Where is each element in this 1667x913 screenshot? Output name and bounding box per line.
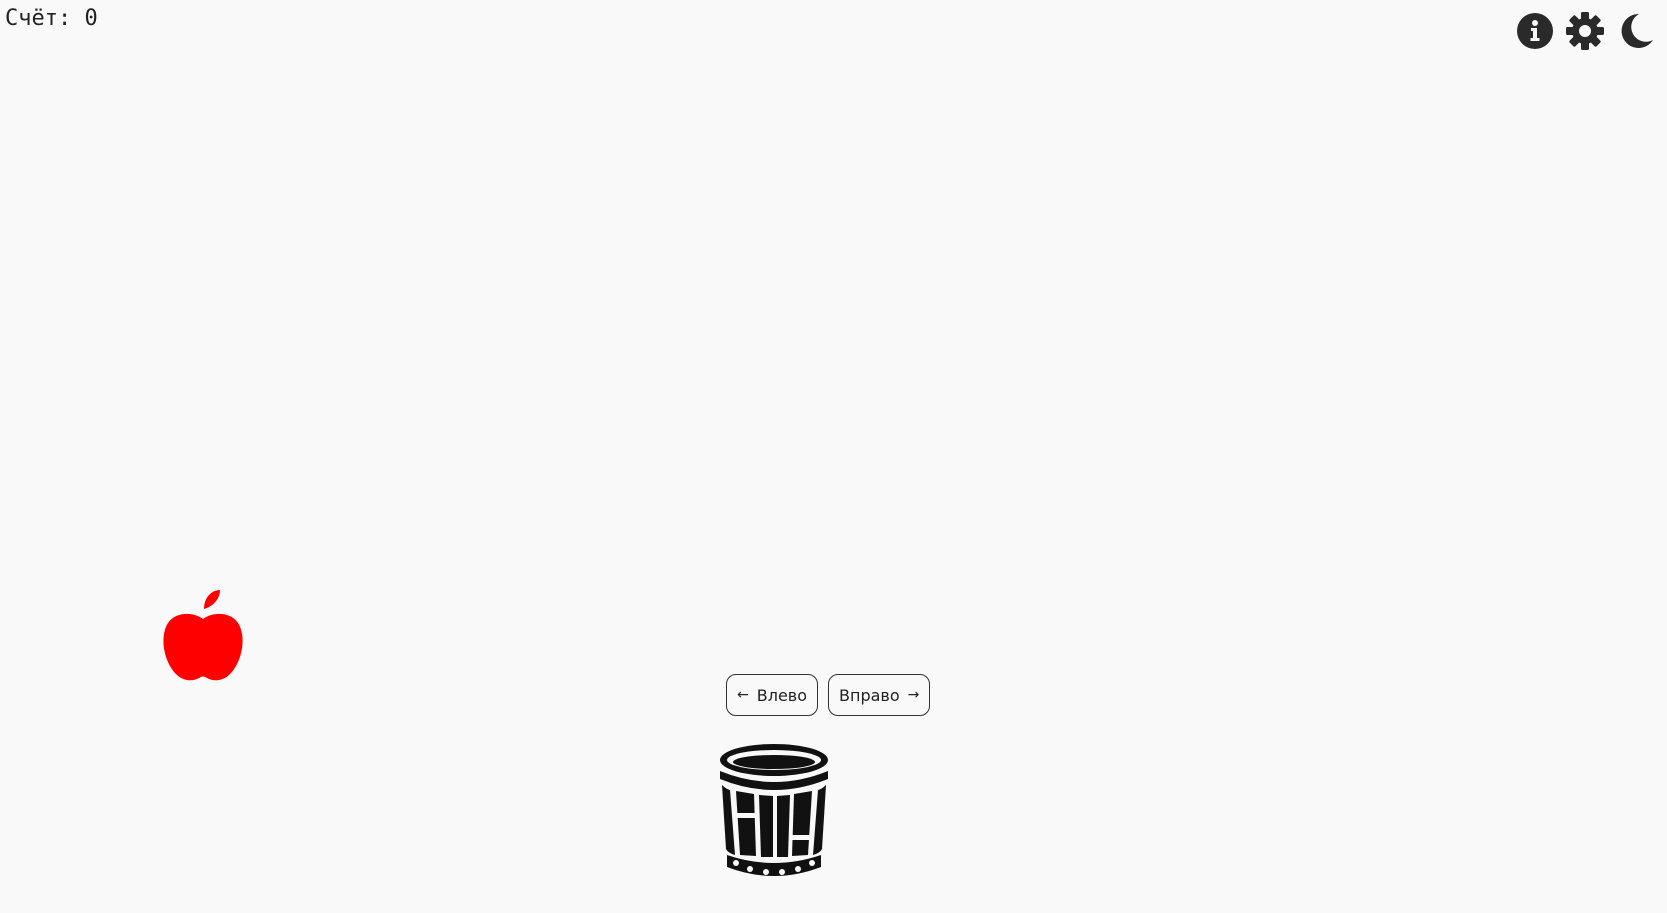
apple-icon (160, 585, 246, 685)
basket-icon (718, 743, 830, 879)
move-left-button[interactable]: ← Влево (726, 674, 818, 716)
movement-controls: ← Влево Вправо → (726, 674, 931, 716)
info-icon[interactable] (1515, 11, 1555, 51)
arrow-left-icon: ← (737, 687, 749, 703)
move-left-label: Влево (756, 685, 807, 705)
move-right-label: Вправо (839, 685, 900, 705)
moon-icon[interactable] (1615, 11, 1655, 51)
top-toolbar (1515, 11, 1655, 51)
gear-icon[interactable] (1565, 11, 1605, 51)
move-right-button[interactable]: Вправо → (828, 674, 931, 716)
score-label: Счёт: 0 (5, 6, 98, 31)
arrow-right-icon: → (907, 687, 920, 703)
